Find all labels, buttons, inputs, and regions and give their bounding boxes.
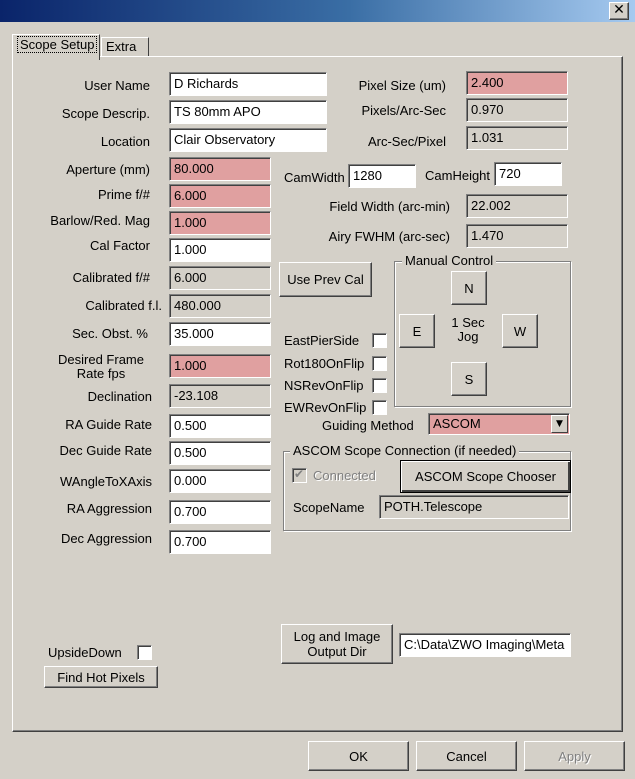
calibrated-f-value: 6.000 <box>169 266 271 290</box>
ra-aggression-label: RA Aggression <box>66 501 152 516</box>
jog-north-label: N <box>464 280 474 296</box>
cam-height-label: CamHeight <box>425 168 491 183</box>
ra-aggression-input[interactable]: 0.700 <box>169 500 271 524</box>
rot180-on-flip-checkbox[interactable] <box>372 356 387 371</box>
ascom-scope-chooser-button[interactable]: ASCOM Scope Chooser <box>400 460 571 493</box>
ns-rev-on-flip-label: NSRevOnFlip <box>284 378 364 393</box>
cam-height-input[interactable]: 720 <box>494 162 562 186</box>
log-output-dir-button[interactable]: Log and Image Output Dir <box>281 624 393 664</box>
aperture-input[interactable]: 80.000 <box>169 157 271 181</box>
airy-fwhm-value: 1.470 <box>466 224 568 248</box>
sec-obst-input[interactable]: 35.000 <box>169 322 271 346</box>
log-output-dir-label: Log and Image Output Dir <box>293 629 381 659</box>
dec-aggression-label: Dec Aggression <box>60 531 152 546</box>
location-label: Location <box>100 134 150 149</box>
barlow-input[interactable]: 1.000 <box>169 211 271 235</box>
calibrated-f-label: Calibrated f/# <box>72 270 150 285</box>
cal-factor-label: Cal Factor <box>90 238 150 253</box>
calibrated-fl-value: 480.000 <box>169 294 271 318</box>
jog-west-button[interactable]: W <box>502 314 538 348</box>
connected-checkbox[interactable]: ✔ <box>292 467 307 483</box>
aperture-label: Aperture (mm) <box>66 162 150 177</box>
cancel-button[interactable]: Cancel <box>416 741 517 771</box>
dec-guide-rate-input[interactable]: 0.500 <box>169 441 271 465</box>
east-pier-side-label: EastPierSide <box>284 333 360 348</box>
ascom-group-title: ASCOM Scope Connection (if needed) <box>290 443 520 458</box>
upside-down-label: UpsideDown <box>48 645 122 660</box>
find-hot-pixels-label: Find Hot Pixels <box>57 669 145 685</box>
scope-descrip-label: Scope Descrip. <box>61 106 150 121</box>
dec-aggression-input[interactable]: 0.700 <box>169 530 271 554</box>
cam-width-input[interactable]: 1280 <box>348 164 416 188</box>
jog-south-label: S <box>464 371 474 387</box>
user-name-input[interactable]: D Richards <box>169 72 327 96</box>
ok-label: OK <box>349 748 368 764</box>
manual-control-title: Manual Control <box>402 253 497 268</box>
jog-south-button[interactable]: S <box>451 362 487 396</box>
declination-value: -23.108 <box>169 384 271 408</box>
scope-name-label: ScopeName <box>293 500 365 515</box>
jog-north-button[interactable]: N <box>451 271 487 305</box>
wangle-input[interactable]: 0.000 <box>169 469 271 493</box>
ns-rev-on-flip-checkbox[interactable] <box>372 378 387 393</box>
rot180-on-flip-label: Rot180OnFlip <box>284 356 365 371</box>
field-width-label: Field Width (arc-min) <box>329 199 450 214</box>
log-output-path-input[interactable]: C:\Data\ZWO Imaging\Meta <box>399 633 571 657</box>
jog-west-label: W <box>513 323 527 339</box>
wangle-label: WAngleToXAxis <box>60 474 152 489</box>
scope-descrip-input[interactable]: TS 80mm APO <box>169 100 327 124</box>
prime-f-input[interactable]: 6.000 <box>169 184 271 208</box>
upside-down-checkbox[interactable] <box>137 645 152 660</box>
field-width-value: 22.002 <box>466 194 568 218</box>
ra-guide-rate-label: RA Guide Rate <box>65 417 152 432</box>
form-content: User Name Scope Descrip. Location Apertu… <box>0 0 635 779</box>
ok-button[interactable]: OK <box>308 741 409 771</box>
user-name-label: User Name <box>84 78 150 93</box>
jog-east-label: E <box>412 323 422 339</box>
cam-width-label: CamWidth <box>284 170 345 185</box>
cal-factor-input[interactable]: 1.000 <box>169 238 271 262</box>
jog-east-button[interactable]: E <box>399 314 435 348</box>
pixels-arcsec-value: 0.970 <box>466 98 568 122</box>
desired-frame-rate-label: Desired Frame Rate fps <box>58 352 144 381</box>
apply-button[interactable]: Apply <box>524 741 625 771</box>
guiding-method-label: Guiding Method <box>322 418 414 433</box>
airy-fwhm-label: Airy FWHM (arc-sec) <box>328 229 450 244</box>
use-prev-cal-label: Use Prev Cal <box>287 272 364 287</box>
pixel-size-label: Pixel Size (um) <box>358 78 446 93</box>
ew-rev-on-flip-label: EWRevOnFlip <box>284 400 367 415</box>
ra-guide-rate-input[interactable]: 0.500 <box>169 414 271 438</box>
pixels-arcsec-label: Pixels/Arc-Sec <box>361 103 446 118</box>
guiding-method-select[interactable]: ASCOM ▼ <box>428 413 570 435</box>
desired-frame-rate-input[interactable]: 1.000 <box>169 354 271 378</box>
sec-obst-label: Sec. Obst. % <box>72 326 148 341</box>
arcsec-pixel-label: Arc-Sec/Pixel <box>367 134 446 149</box>
ew-rev-on-flip-checkbox[interactable] <box>372 400 387 415</box>
check-icon: ✔ <box>294 467 305 481</box>
pixel-size-input[interactable]: 2.400 <box>466 71 568 95</box>
dec-guide-rate-label: Dec Guide Rate <box>59 443 153 458</box>
prime-f-label: Prime f/# <box>97 187 150 202</box>
cancel-label: Cancel <box>446 748 487 764</box>
east-pier-side-checkbox[interactable] <box>372 333 387 348</box>
scope-name-value: POTH.Telescope <box>379 495 569 519</box>
apply-label: Apply <box>558 748 591 764</box>
calibrated-fl-label: Calibrated f.l. <box>85 298 162 313</box>
declination-label: Declination <box>87 389 152 404</box>
guiding-method-value: ASCOM <box>433 416 481 431</box>
barlow-label: Barlow/Red. Mag <box>50 213 150 228</box>
ascom-scope-chooser-label: ASCOM Scope Chooser <box>415 469 556 484</box>
connected-label: Connected <box>313 468 376 483</box>
find-hot-pixels-button[interactable]: Find Hot Pixels <box>44 666 158 688</box>
use-prev-cal-button[interactable]: Use Prev Cal <box>279 262 372 297</box>
location-input[interactable]: Clair Observatory <box>169 128 327 152</box>
arcsec-pixel-value: 1.031 <box>466 126 568 150</box>
chevron-down-icon[interactable]: ▼ <box>551 415 568 433</box>
jog-label: 1 Sec Jog <box>451 315 485 344</box>
